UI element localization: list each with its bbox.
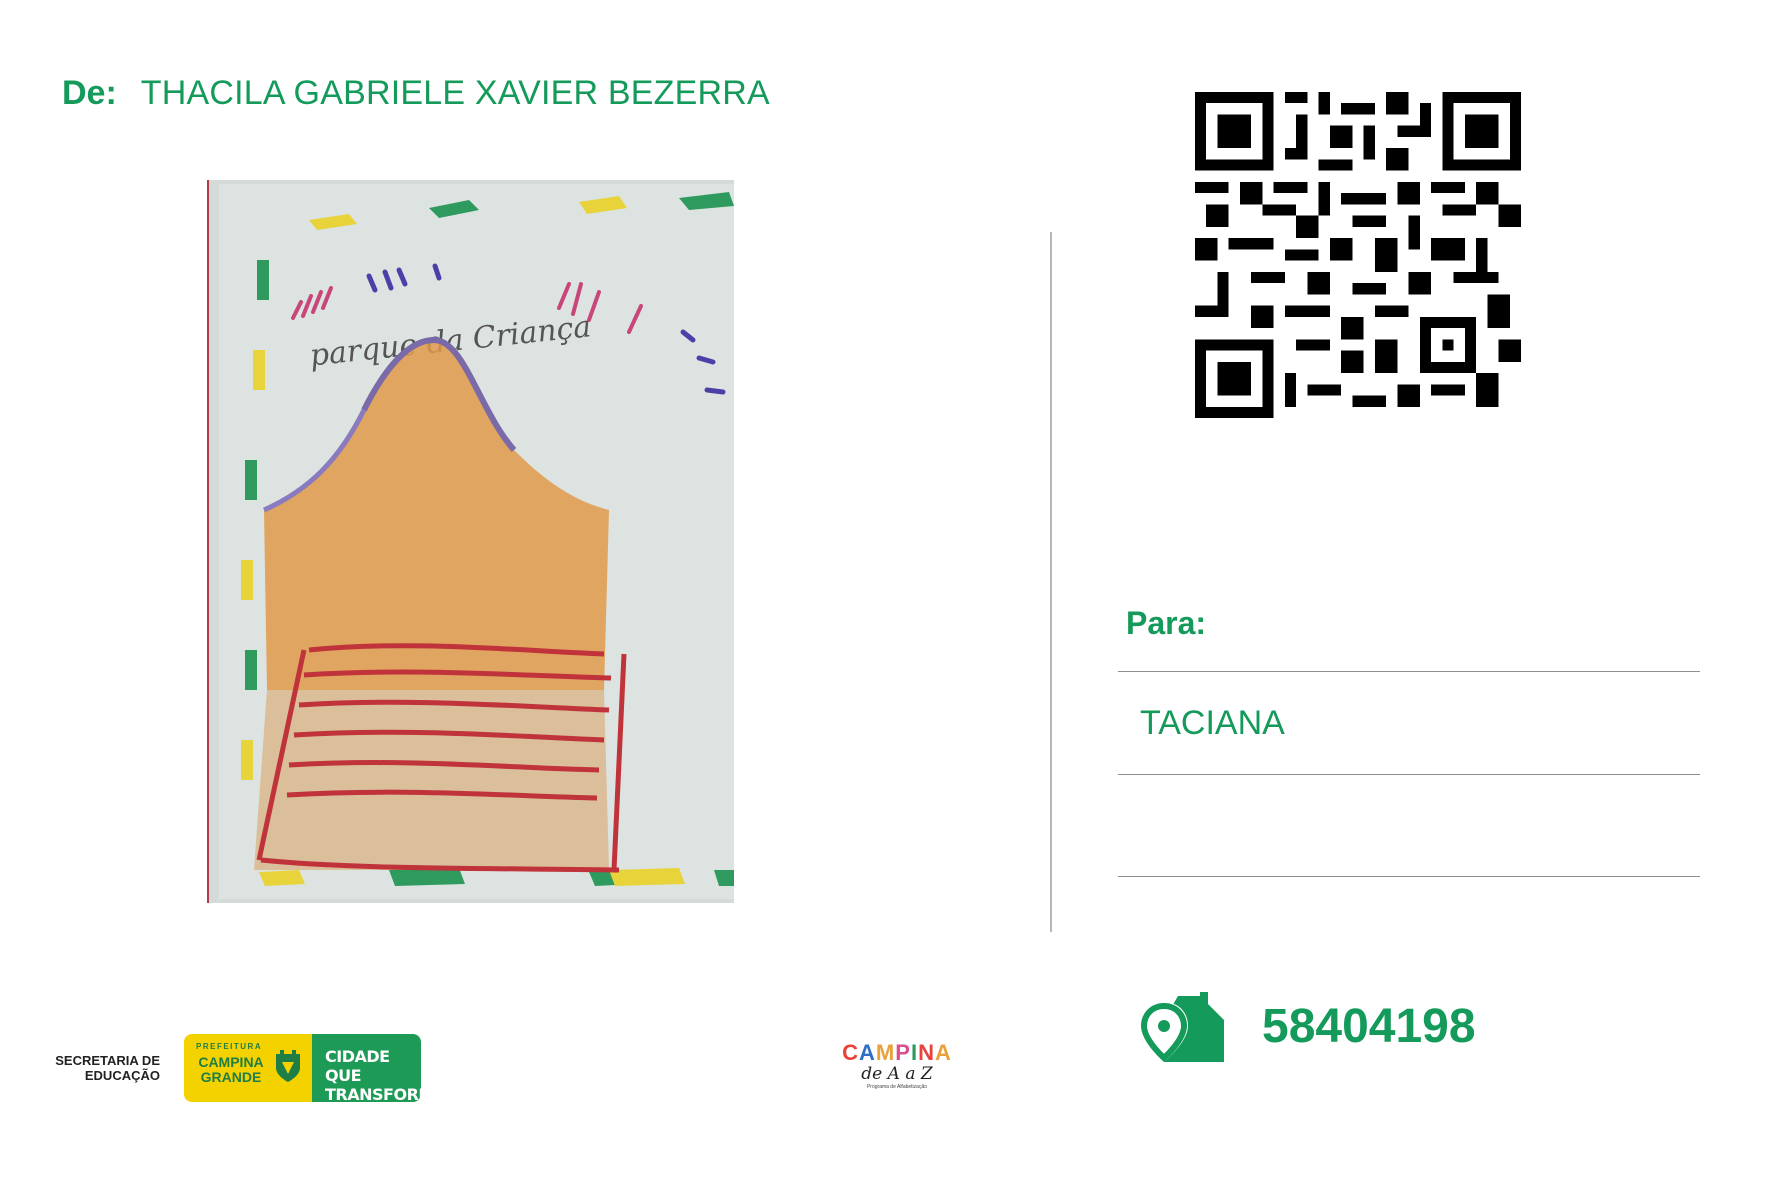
map-pin-house-icon	[1140, 992, 1224, 1063]
sender-line: De: THACILA GABRIELE XAVIER BEZERRA	[62, 74, 770, 113]
slogan-badge: CIDADE QUE TRANSFORMA	[312, 1034, 446, 1104]
recipient-label: Para:	[1126, 605, 1207, 641]
address-line-2	[1118, 774, 1700, 775]
campina-de-a-a-z-logo: CAMPINA de A a Z Programa de Alfabetizaç…	[832, 1040, 962, 1100]
address-line-1	[1118, 671, 1700, 672]
sender-name: THACILA GABRIELE XAVIER BEZERRA	[140, 74, 770, 112]
drawing-photo: parque da Criança	[207, 180, 734, 903]
postal-code: 58404198	[1262, 1000, 1476, 1053]
address-line-3	[1118, 876, 1700, 877]
sender-label: De:	[62, 74, 117, 112]
recipient-name: TACIANA	[1140, 704, 1285, 742]
crest-icon	[276, 1050, 300, 1082]
prefeitura-logo: PREFEITURA CAMPINA GRANDE	[184, 1034, 312, 1102]
prefeitura-small-text: PREFEITURA	[196, 1042, 263, 1051]
program-tagline: Programa de Alfabetização	[866, 1084, 928, 1090]
secretaria-label: SECRETARIA DE EDUCAÇÃO	[55, 1053, 160, 1083]
qr-code[interactable]	[1195, 92, 1521, 418]
program-subtitle: de A a Z	[861, 1064, 933, 1084]
vertical-divider	[1050, 232, 1052, 932]
program-title: CAMPINA	[842, 1040, 952, 1065]
prefeitura-name: CAMPINA GRANDE	[198, 1054, 264, 1085]
